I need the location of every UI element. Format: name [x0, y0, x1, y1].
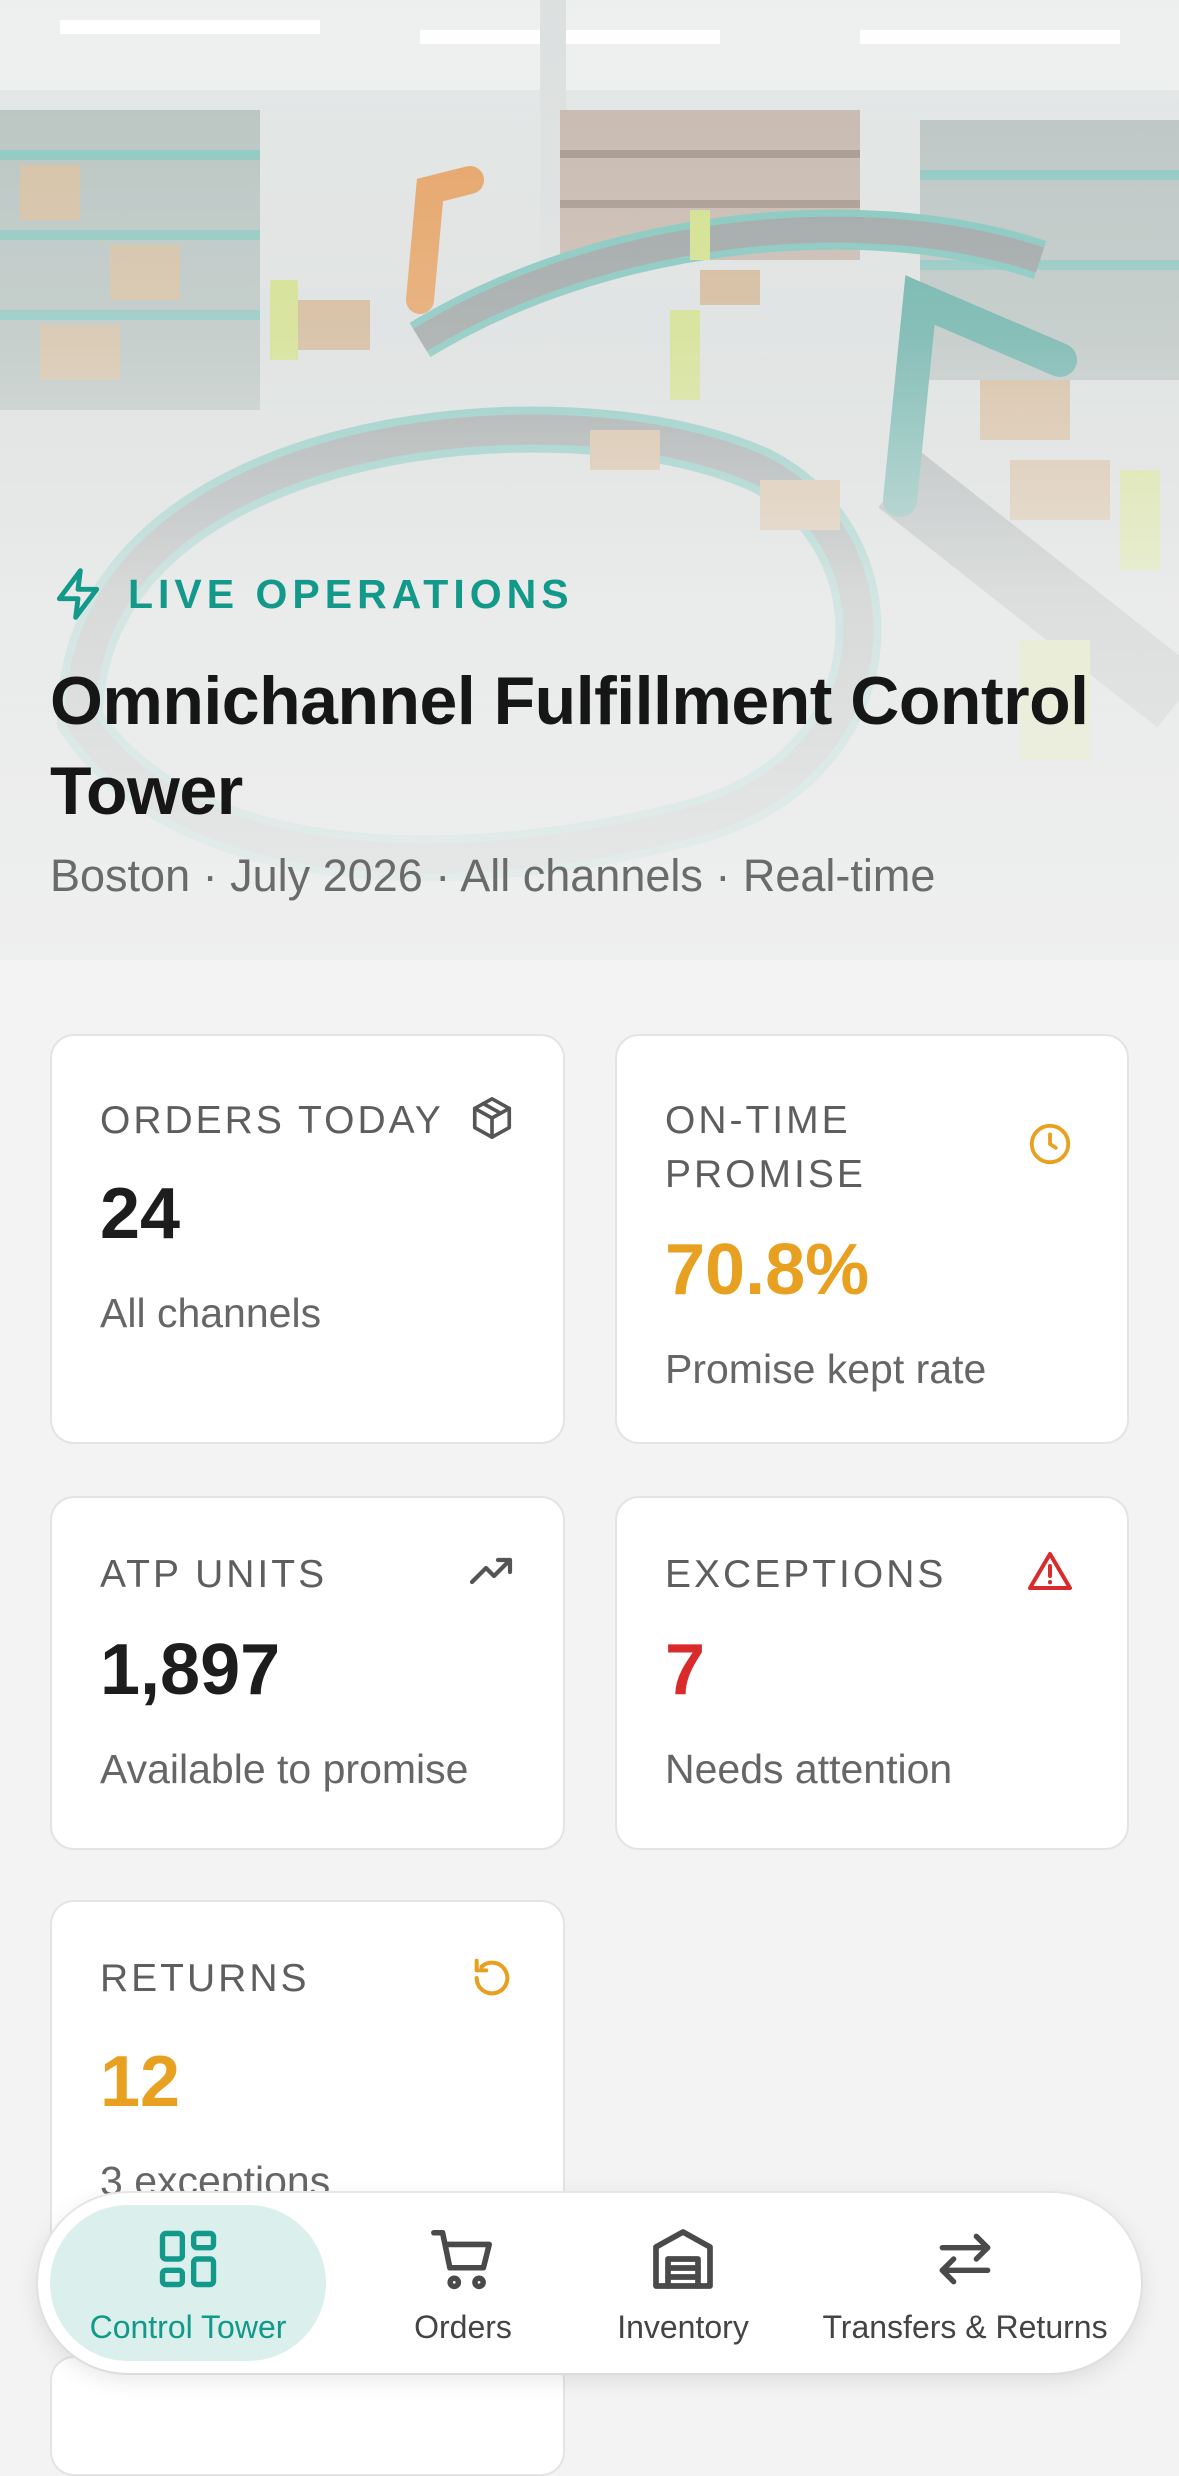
nav-label: Control Tower: [89, 2308, 287, 2345]
kpi-value: 12: [100, 2042, 181, 2122]
kpi-value: 7: [665, 1630, 706, 1710]
kpi-label: RETURNS: [100, 1957, 310, 2000]
package-box-icon: [466, 1092, 518, 1144]
nav-item-inventory[interactable]: Inventory: [573, 2205, 793, 2361]
kpi-label: ORDERS TODAY: [100, 1099, 444, 1142]
bottom-navigation: Control Tower Orders Inventory Transfers…: [38, 2193, 1141, 2373]
warning-triangle-icon: [1024, 1546, 1076, 1598]
swap-arrows-icon: [927, 2221, 1003, 2297]
nav-item-control-tower[interactable]: Control Tower: [50, 2205, 326, 2361]
nav-label: Orders: [414, 2308, 512, 2345]
nav-item-transfers-returns[interactable]: Transfers & Returns: [800, 2205, 1130, 2361]
grid-layout-icon: [150, 2221, 226, 2297]
kpi-card-orders-today[interactable]: ORDERS TODAY 24 All channels: [50, 1034, 565, 1444]
kpi-caption: Promise kept rate: [665, 1346, 987, 1392]
hero-banner: LIVE OPERATIONS Omnichannel Fulfillment …: [0, 0, 1179, 960]
nav-label: Inventory: [617, 2308, 749, 2345]
kpi-value: 24: [100, 1174, 181, 1254]
warehouse-icon: [645, 2221, 721, 2297]
nav-label: Transfers & Returns: [822, 2308, 1108, 2345]
kpi-card-on-time-promise[interactable]: ON-TIME PROMISE 70.8% Promise kept rate: [615, 1034, 1129, 1444]
kpi-label: ON-TIME PROMISE: [665, 1099, 866, 1196]
nav-item-orders[interactable]: Orders: [368, 2205, 558, 2361]
kpi-value: 70.8%: [665, 1230, 870, 1310]
kpi-value: 1,897: [100, 1630, 281, 1710]
kpi-card-atp-units[interactable]: ATP UNITS 1,897 Available to promise: [50, 1496, 565, 1850]
kpi-caption: Available to promise: [100, 1746, 469, 1792]
kpi-card-exceptions[interactable]: EXCEPTIONS 7 Needs attention: [615, 1496, 1129, 1850]
kpi-caption: Needs attention: [665, 1746, 953, 1792]
lightning-bolt-icon: [50, 566, 106, 622]
live-operations-tag: LIVE OPERATIONS: [50, 566, 574, 622]
page-title: Omnichannel Fulfillment Control Tower: [50, 663, 1089, 829]
page-subtitle: Boston · July 2026 · All channels · Real…: [50, 850, 936, 901]
kpi-label: EXCEPTIONS: [665, 1553, 947, 1596]
rotate-ccw-icon: [466, 1952, 518, 2004]
shopping-cart-icon: [425, 2221, 501, 2297]
kpi-label: ATP UNITS: [100, 1553, 328, 1596]
kpi-caption: All channels: [100, 1290, 322, 1336]
kpi-card-next: [50, 2356, 565, 2476]
live-operations-label: LIVE OPERATIONS: [128, 570, 574, 617]
clock-icon: [1024, 1118, 1076, 1170]
trending-up-icon: [466, 1546, 518, 1598]
